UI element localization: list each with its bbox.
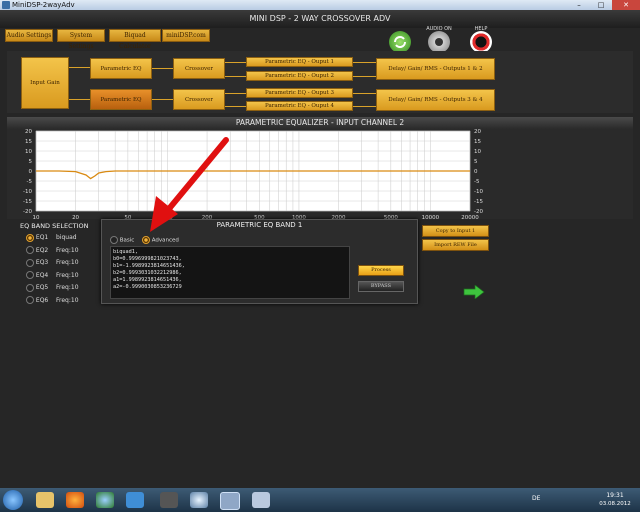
app-icon-8[interactable] bbox=[252, 492, 270, 508]
app-icon-5[interactable] bbox=[160, 492, 178, 508]
annotation-arrow-shaft bbox=[165, 137, 229, 213]
itunes-icon[interactable] bbox=[190, 492, 208, 508]
language-indicator[interactable]: DE bbox=[532, 495, 540, 502]
app-icon-3[interactable] bbox=[96, 492, 114, 508]
clock-time[interactable]: 19:31 bbox=[600, 492, 630, 499]
firefox-icon[interactable] bbox=[66, 492, 84, 508]
app-icon-4[interactable] bbox=[126, 492, 144, 508]
explorer-icon[interactable] bbox=[36, 492, 54, 508]
minidsp-task-icon[interactable] bbox=[220, 492, 240, 510]
clock-date[interactable]: 03.08.2012 bbox=[598, 501, 632, 507]
start-icon[interactable] bbox=[3, 490, 23, 510]
annotation-arrow bbox=[150, 137, 229, 232]
